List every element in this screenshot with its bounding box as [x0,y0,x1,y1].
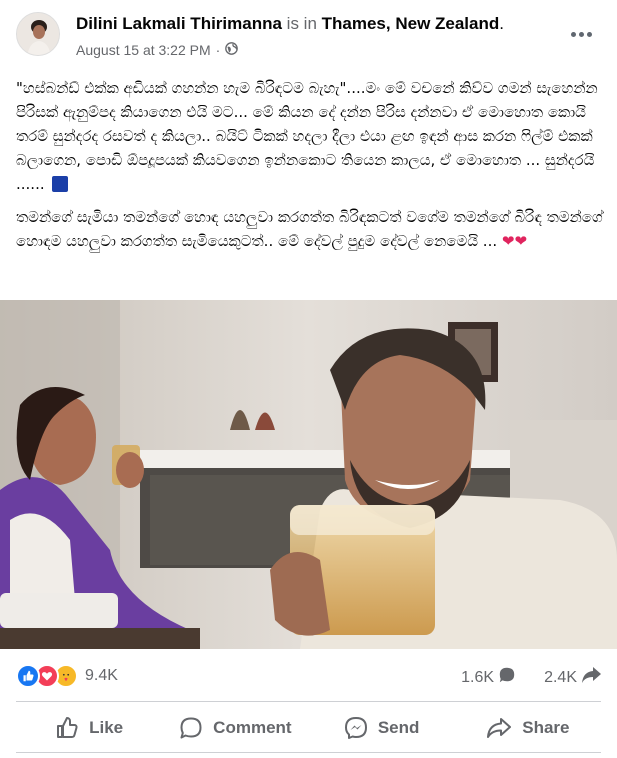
action-bar: Like Comment Send Share [16,704,601,752]
messenger-icon [344,716,368,740]
author-avatar[interactable] [16,12,60,56]
like-outline-icon [55,716,79,740]
comments-count[interactable]: 1.6K [461,669,494,687]
comment-outline-icon [179,716,203,740]
reactions-summary[interactable]: 9.4K [16,664,118,688]
blue-heart-icon [52,176,69,192]
more-options-icon[interactable] [571,26,595,42]
period-text: . [499,14,504,33]
author-name[interactable]: Dilini Lakmali Thirimanna [76,14,282,33]
post-meta: August 15 at 3:22 PM · [76,42,239,58]
meta-separator: · [215,42,221,58]
author-line: Dilini Lakmali Thirimanna is in Thames, … [76,14,504,34]
like-button[interactable]: Like [16,704,162,752]
post-photo[interactable] [0,300,617,649]
comment-bubble-icon [498,666,516,689]
send-button[interactable]: Send [309,704,455,752]
location-link[interactable]: Thames, New Zealand [322,14,500,33]
paragraph-1-text: "හස්බන්ඩ් එක්ක අඩියක් ගහන්න හැම බිරිඳටම … [16,79,598,193]
comment-button[interactable]: Comment [162,704,308,752]
post-paragraph-1: "හස්බන්ඩ් එක්ක අඩියක් ගහන්න හැම බිරිඳටම … [16,76,604,196]
is-in-text: is in [286,14,317,33]
comment-label: Comment [213,718,292,737]
share-arrow-icon [581,666,601,689]
send-label: Send [377,718,420,737]
like-icon [16,664,40,688]
red-heart-emoji: ❤❤ [501,232,528,250]
share-label: Share [522,718,570,737]
share-outline-icon [486,716,512,740]
post-timestamp[interactable]: August 15 at 3:22 PM [76,42,211,58]
share-button[interactable]: Share [455,704,601,752]
top-divider [16,701,601,702]
post-text: "හස්බන්ඩ් එක්ක අඩියක් ගහන්න හැම බිරිඳටම … [16,76,604,262]
globe-icon[interactable] [225,42,239,58]
shares-count[interactable]: 2.4K [544,669,577,687]
post-header: Dilini Lakmali Thirimanna is in Thames, … [0,0,617,66]
post-paragraph-2: තමන්ගේ සැමියා තමන්ගේ හොඳ යහලුවා කරගත්ත බ… [16,205,604,253]
engagement-counts: 1.6K 2.4K [461,666,601,689]
like-label: Like [89,718,124,737]
reaction-count[interactable]: 9.4K [85,667,118,685]
bottom-divider [16,752,601,753]
